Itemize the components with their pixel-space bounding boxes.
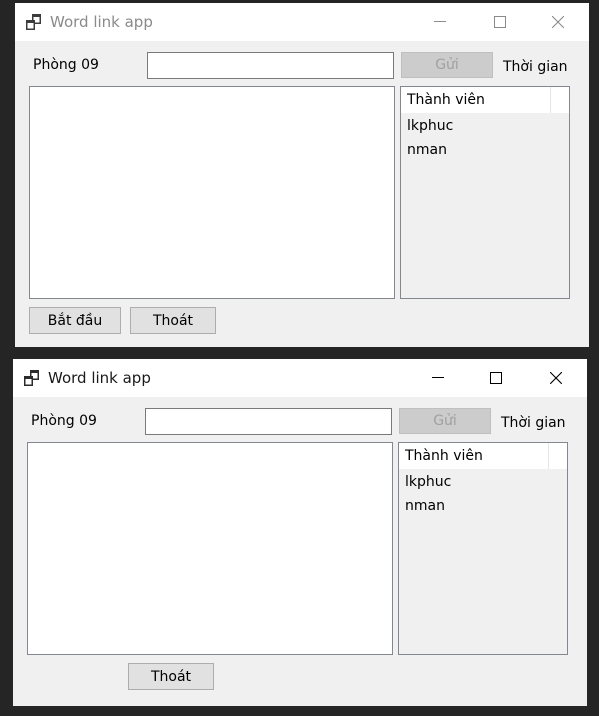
members-list-header: Thành viên bbox=[401, 87, 569, 113]
message-input[interactable] bbox=[145, 408, 392, 435]
close-button[interactable] bbox=[533, 359, 579, 397]
maximize-button[interactable] bbox=[477, 3, 523, 41]
maximize-button[interactable] bbox=[473, 359, 519, 397]
room-label: Phòng 09 bbox=[31, 413, 97, 429]
chat-display-area[interactable] bbox=[29, 86, 395, 299]
start-button[interactable]: Bắt đầu bbox=[29, 307, 121, 334]
exit-button[interactable]: Thoát bbox=[128, 663, 214, 690]
time-label: Thời gian bbox=[503, 59, 568, 75]
title-bar[interactable]: Word link app bbox=[15, 3, 589, 41]
column-header-members[interactable]: Thành viên bbox=[399, 443, 549, 469]
exit-button[interactable]: Thoát bbox=[130, 307, 216, 334]
close-button[interactable] bbox=[535, 3, 581, 41]
maximize-icon bbox=[494, 16, 506, 28]
word-link-window-inactive: Word link app Phòng 09 Gửi Thời gian Thà… bbox=[15, 3, 589, 347]
window-title: Word link app bbox=[50, 13, 153, 31]
close-icon bbox=[550, 372, 562, 384]
list-item[interactable]: lkphuc bbox=[407, 118, 453, 134]
app-window-icon bbox=[24, 370, 39, 386]
send-button[interactable]: Gửi bbox=[399, 408, 491, 434]
column-header-members[interactable]: Thành viên bbox=[401, 87, 551, 113]
members-list[interactable]: Thành viên lkphuc nman bbox=[398, 442, 568, 655]
chat-display-area[interactable] bbox=[27, 442, 393, 655]
members-list[interactable]: Thành viên lkphuc nman bbox=[400, 86, 570, 299]
minimize-button[interactable] bbox=[415, 359, 461, 397]
maximize-icon bbox=[490, 372, 502, 384]
window-title: Word link app bbox=[48, 369, 151, 387]
message-input[interactable] bbox=[147, 52, 394, 79]
word-link-window-active: Word link app Phòng 09 Gửi Thời gian Thà… bbox=[13, 359, 587, 706]
list-item[interactable]: nman bbox=[407, 142, 447, 158]
close-icon bbox=[552, 16, 564, 28]
minimize-icon bbox=[434, 21, 446, 22]
title-bar[interactable]: Word link app bbox=[13, 359, 587, 397]
list-item[interactable]: lkphuc bbox=[405, 474, 451, 490]
members-list-header: Thành viên bbox=[399, 443, 567, 469]
time-label: Thời gian bbox=[501, 415, 566, 431]
list-item[interactable]: nman bbox=[405, 498, 445, 514]
room-label: Phòng 09 bbox=[33, 57, 99, 73]
minimize-button[interactable] bbox=[417, 3, 463, 41]
minimize-icon bbox=[432, 377, 444, 378]
send-button[interactable]: Gửi bbox=[401, 52, 493, 78]
app-window-icon bbox=[26, 14, 41, 30]
